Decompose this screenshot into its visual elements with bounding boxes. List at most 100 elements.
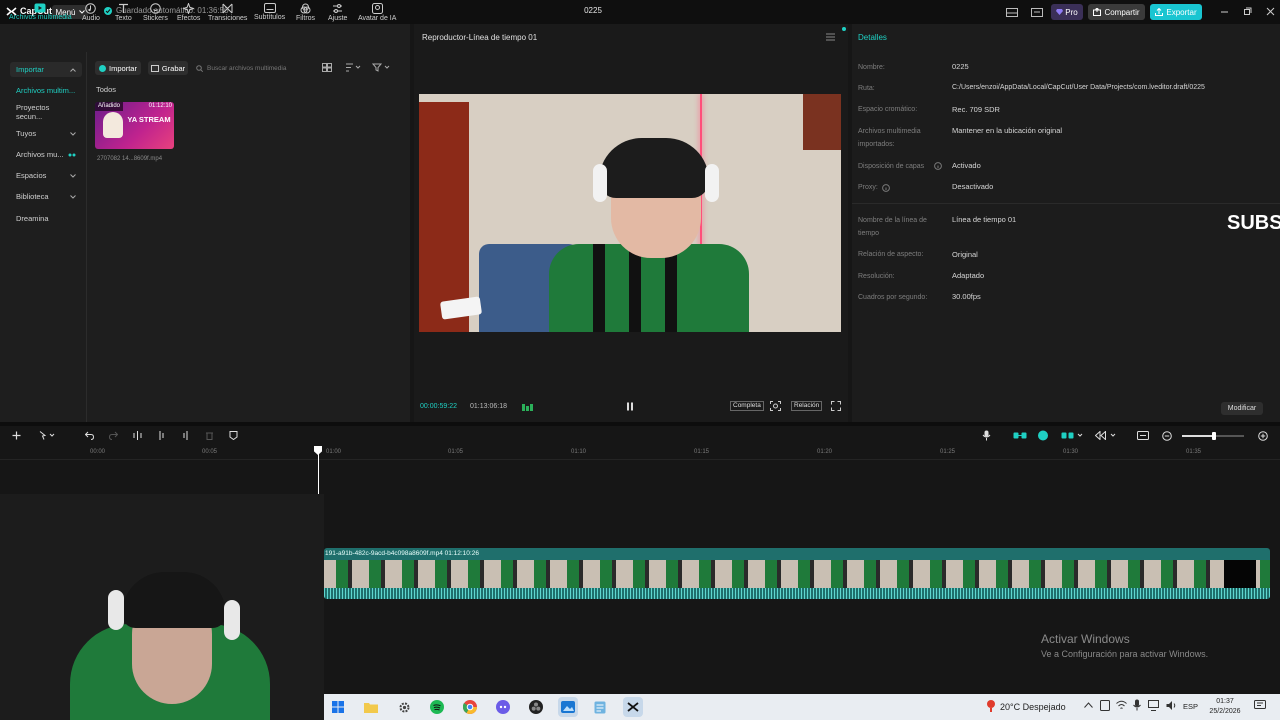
- file-explorer-icon[interactable]: [361, 697, 381, 717]
- filter-all-label[interactable]: Todos: [96, 85, 116, 94]
- tool-label: Transiciones: [208, 15, 248, 22]
- fullscreen-icon[interactable]: [831, 401, 841, 411]
- tool-transitions[interactable]: Transiciones: [208, 3, 247, 22]
- tool-effects[interactable]: Efectos: [177, 3, 200, 22]
- clock-date: 25/2/2026: [1209, 708, 1241, 715]
- chevron-up-icon[interactable]: [1084, 702, 1093, 708]
- video-person-hair: [599, 138, 709, 198]
- audio-icon: [85, 3, 97, 14]
- preview-axis-icon[interactable]: [1061, 431, 1085, 440]
- discord-icon[interactable]: [493, 697, 513, 717]
- tool-ai-avatar[interactable]: Avatar de IA: [358, 3, 396, 22]
- redo-icon[interactable]: [109, 431, 118, 440]
- obs-icon[interactable]: [526, 697, 546, 717]
- close-icon[interactable]: [1266, 7, 1275, 16]
- snap-icon[interactable]: [1095, 431, 1119, 440]
- grid-view-icon[interactable]: [322, 63, 332, 72]
- zoom-out-icon[interactable]: [1162, 431, 1172, 441]
- volume-icon[interactable]: [1166, 700, 1177, 711]
- chevron-down-icon: [70, 131, 76, 136]
- zoom-slider-handle[interactable]: [1212, 432, 1216, 440]
- undo-icon[interactable]: [85, 431, 94, 440]
- category-import[interactable]: Importar: [10, 62, 82, 77]
- tool-adjust[interactable]: Ajuste: [328, 3, 347, 22]
- modify-button[interactable]: Modificar: [1221, 402, 1263, 415]
- import-button[interactable]: Importar: [95, 61, 141, 75]
- delete-icon[interactable]: [205, 431, 214, 440]
- status-dot: [842, 27, 846, 31]
- microphone-icon[interactable]: [982, 430, 991, 441]
- capcut-taskbar-icon[interactable]: [623, 697, 643, 717]
- info-icon[interactable]: [882, 184, 890, 192]
- full-quality-button[interactable]: Completa: [730, 401, 764, 411]
- magnet-icon[interactable]: [1037, 430, 1049, 441]
- category-yours[interactable]: Tuyos: [10, 126, 82, 141]
- mic-tray-icon[interactable]: [1133, 699, 1141, 711]
- jersey-stripe: [629, 244, 641, 332]
- notepad-icon[interactable]: [590, 697, 610, 717]
- chrome-icon[interactable]: [460, 697, 480, 717]
- pause-icon[interactable]: [626, 402, 634, 411]
- tool-text[interactable]: Texto: [115, 3, 132, 22]
- keyboard-shortcuts-icon[interactable]: [1029, 4, 1045, 20]
- split-icon[interactable]: [133, 431, 142, 440]
- video-clip-track[interactable]: 191-a91b-482c-9acd-b4c098a8609f.mp4 01:1…: [324, 548, 1270, 599]
- screenshot-icon[interactable]: [770, 401, 781, 411]
- select-tool-icon[interactable]: [39, 431, 55, 440]
- category-subprojects[interactable]: Proyectos secun...: [10, 103, 82, 121]
- player-menu-icon[interactable]: [826, 33, 835, 41]
- share-button[interactable]: Compartir: [1088, 4, 1145, 20]
- zoom-slider-track[interactable]: [1182, 432, 1244, 440]
- photos-icon[interactable]: [558, 697, 578, 717]
- spotify-icon[interactable]: [427, 697, 447, 717]
- detail-value-timeline-name: Línea de tiempo 01: [952, 215, 1017, 224]
- category-library[interactable]: Biblioteca: [10, 189, 82, 204]
- minimize-icon[interactable]: [1220, 7, 1229, 16]
- start-icon[interactable]: [328, 697, 348, 717]
- media-clip-thumbnail[interactable]: YA STREAM Añadido 01:12:10: [95, 102, 174, 149]
- zoom-in-icon[interactable]: [1258, 431, 1268, 441]
- split-left-icon[interactable]: [157, 431, 166, 440]
- fit-timeline-icon[interactable]: [1137, 431, 1149, 440]
- tool-stickers[interactable]: Stickers: [143, 3, 168, 22]
- panel-divider: [86, 52, 87, 422]
- media-search[interactable]: Buscar archivos multimedia: [196, 61, 308, 75]
- add-track-icon[interactable]: [12, 431, 21, 440]
- language-indicator[interactable]: ESP: [1183, 702, 1198, 711]
- text-icon: [118, 3, 128, 13]
- layout-icon[interactable]: [1004, 4, 1020, 20]
- device-icon[interactable]: [1100, 700, 1110, 711]
- category-label: Biblioteca: [16, 192, 49, 201]
- pro-button[interactable]: Pro: [1051, 4, 1083, 20]
- aspect-ratio-button[interactable]: Relación: [791, 401, 823, 411]
- tool-audio[interactable]: Audio: [82, 3, 100, 22]
- tool-filters[interactable]: Filtros: [296, 3, 315, 22]
- maximize-icon[interactable]: [1243, 7, 1252, 16]
- weather-icon[interactable]: [985, 699, 997, 713]
- filter-funnel-icon[interactable]: [372, 63, 390, 72]
- network-icon[interactable]: [1116, 700, 1127, 711]
- display-icon[interactable]: [1148, 700, 1159, 711]
- project-title: 0225: [584, 6, 602, 15]
- weather-text[interactable]: 20°C Despejado: [1000, 702, 1066, 712]
- saved-check-icon: [104, 6, 112, 15]
- category-media-shared[interactable]: Archivos mu...: [10, 147, 82, 162]
- clock[interactable]: 01:37 25/2/2026: [1205, 697, 1245, 717]
- split-right-icon[interactable]: [181, 431, 190, 440]
- tool-media[interactable]: Archivos multimedia: [9, 3, 72, 21]
- timeline-ruler[interactable]: [0, 444, 1280, 460]
- info-icon[interactable]: [934, 162, 942, 170]
- settings-icon[interactable]: [394, 697, 414, 717]
- export-button[interactable]: Exportar: [1150, 4, 1202, 20]
- tool-subtitles[interactable]: Subtítulos: [254, 3, 285, 21]
- video-preview[interactable]: [419, 94, 841, 332]
- category-dreamina[interactable]: Dreamina: [10, 211, 82, 226]
- link-icon: [68, 153, 76, 156]
- category-media-files[interactable]: Archivos multim...: [10, 83, 82, 98]
- sort-icon[interactable]: [345, 63, 361, 72]
- category-spaces[interactable]: Espacios: [10, 168, 82, 183]
- marker-icon[interactable]: [229, 431, 238, 440]
- notifications-icon[interactable]: [1254, 700, 1266, 711]
- record-button[interactable]: Grabar: [148, 61, 188, 75]
- link-clips-icon[interactable]: [1013, 431, 1027, 440]
